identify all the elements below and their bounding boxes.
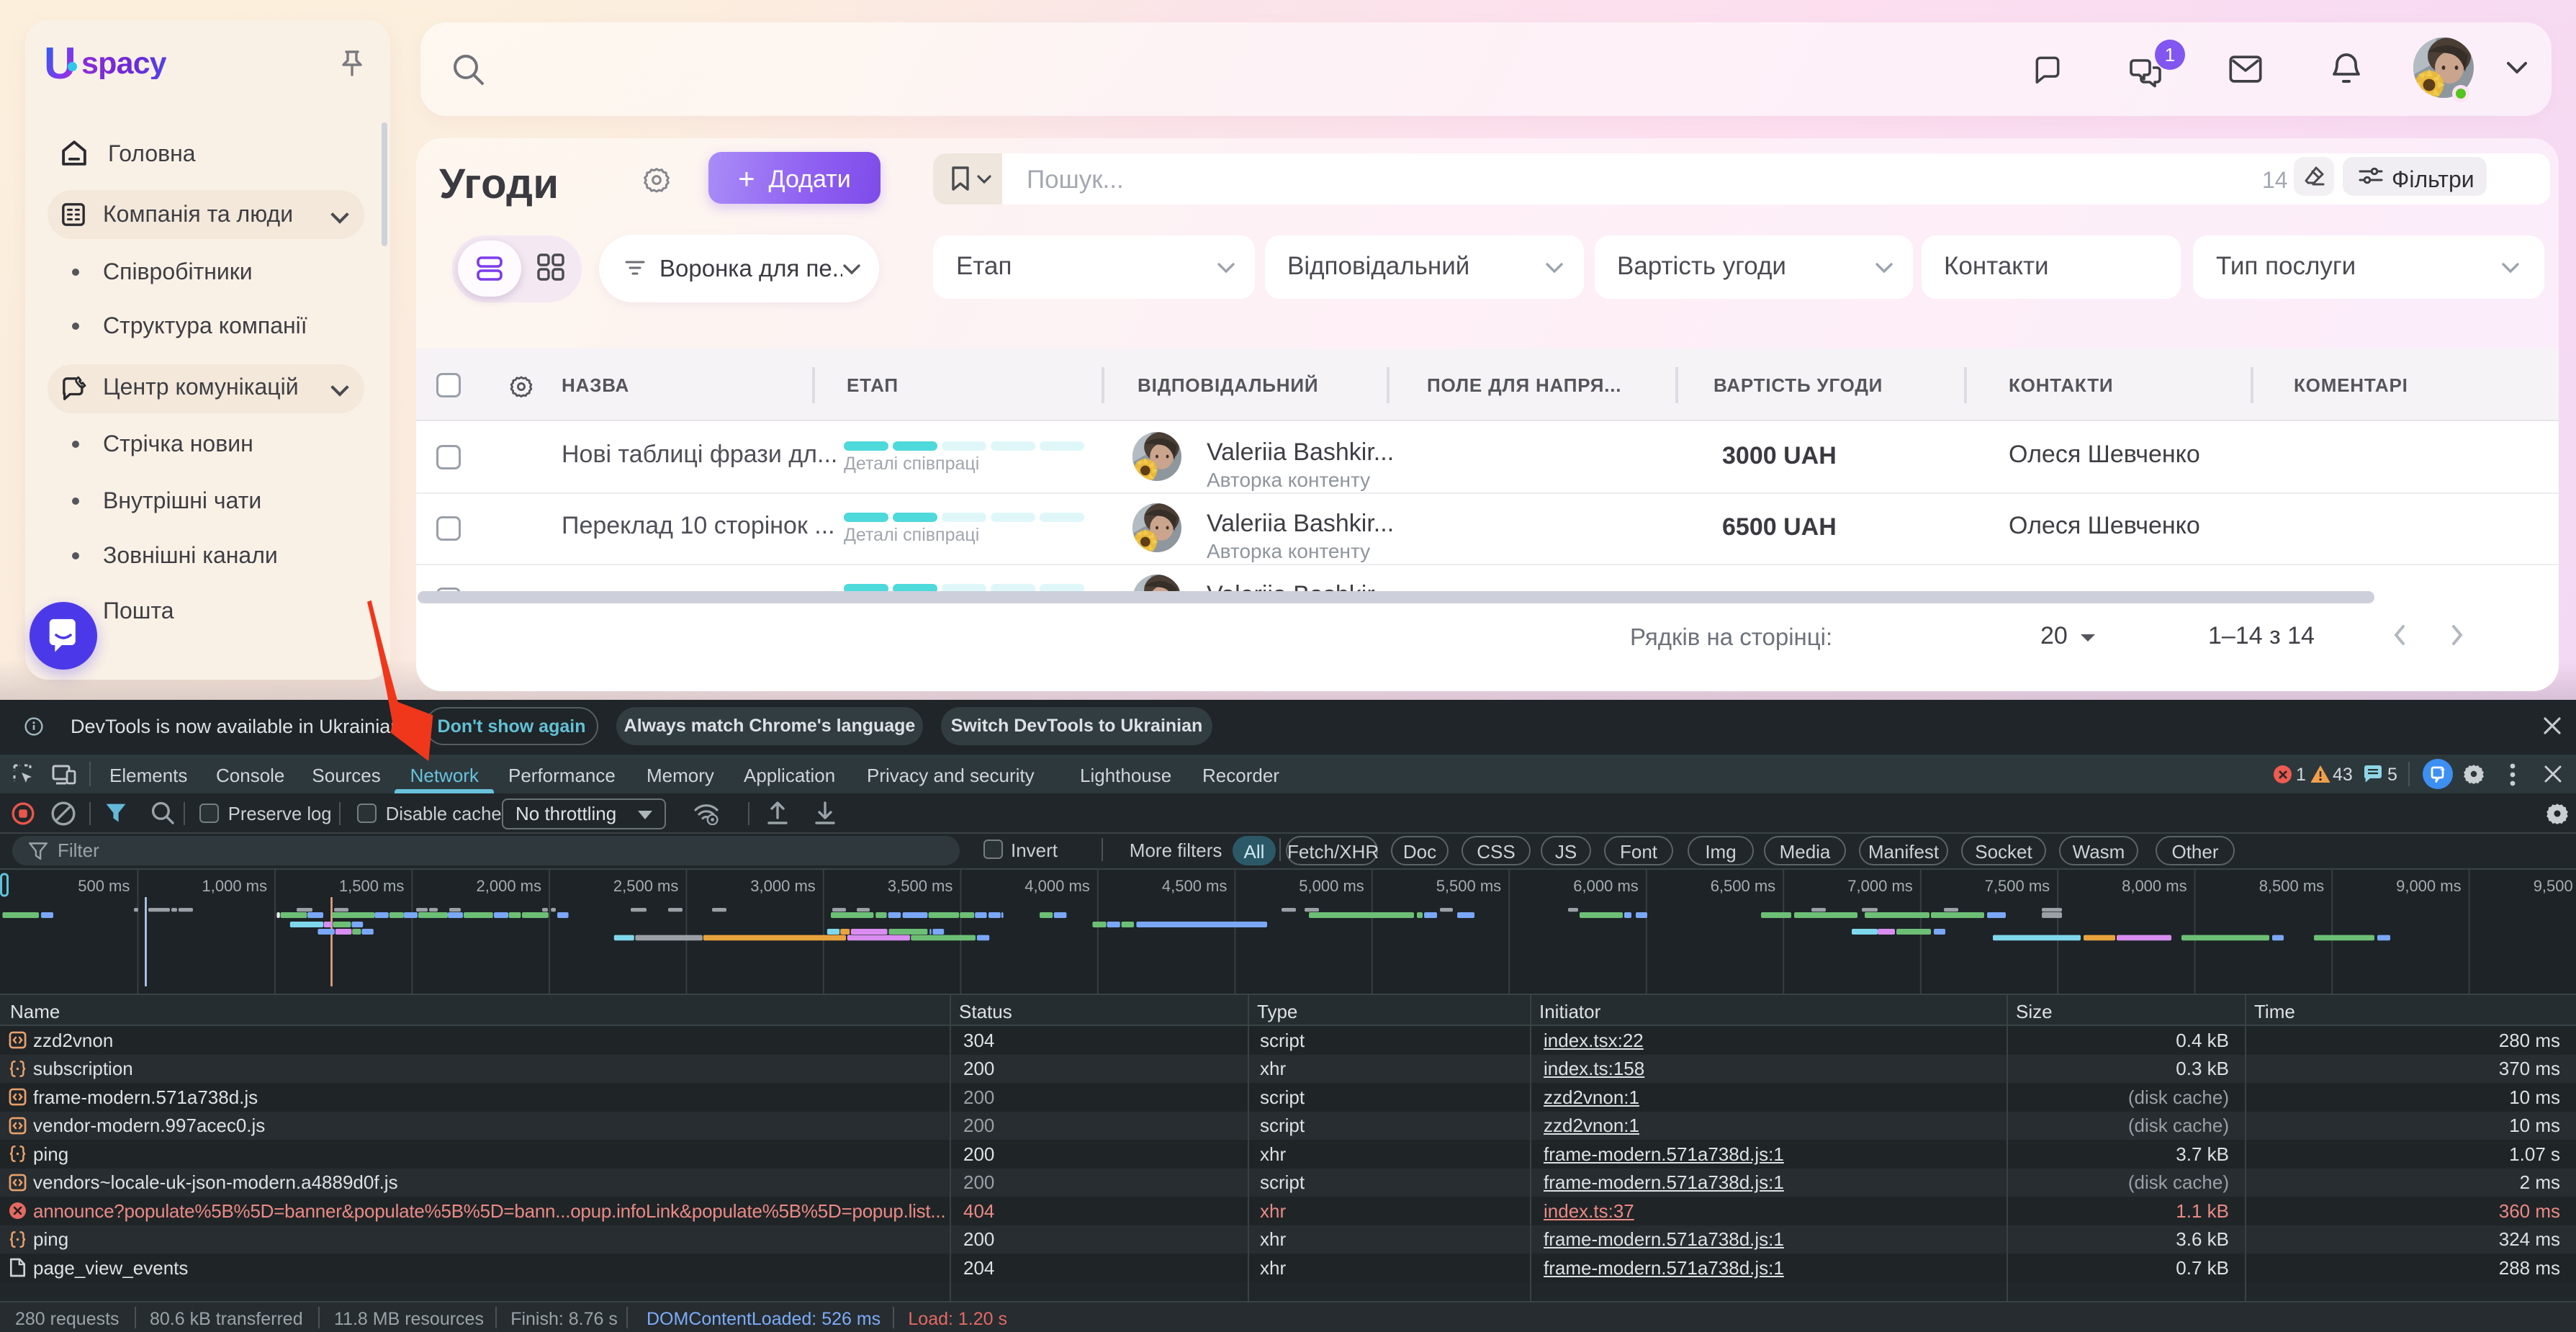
svg-text:2,000 ms: 2,000 ms	[477, 877, 542, 895]
svg-text:6,000 ms: 6,000 ms	[1573, 877, 1639, 895]
svg-text:1,500 ms: 1,500 ms	[339, 877, 405, 895]
svg-text:6,500 ms: 6,500 ms	[1711, 877, 1776, 895]
svg-text:8,500 ms: 8,500 ms	[2259, 877, 2325, 895]
svg-text:5,000 ms: 5,000 ms	[1299, 877, 1364, 895]
svg-text:2,500 ms: 2,500 ms	[613, 877, 679, 895]
svg-text:3,500 ms: 3,500 ms	[888, 877, 953, 895]
svg-text:5,500 ms: 5,500 ms	[1436, 877, 1502, 895]
svg-text:3,000 ms: 3,000 ms	[750, 877, 816, 895]
svg-text:4,500 ms: 4,500 ms	[1162, 877, 1228, 895]
svg-text:7,000 ms: 7,000 ms	[1847, 877, 1913, 895]
svg-text:8,000 ms: 8,000 ms	[2122, 877, 2187, 895]
svg-text:7,500 ms: 7,500 ms	[1985, 877, 2050, 895]
svg-text:500 ms: 500 ms	[78, 877, 130, 895]
svg-text:9,500 ms: 9,500 ms	[2534, 877, 2576, 895]
svg-text:1,000 ms: 1,000 ms	[202, 877, 268, 895]
svg-text:9,000 ms: 9,000 ms	[2396, 877, 2462, 895]
svg-text:4,000 ms: 4,000 ms	[1024, 877, 1090, 895]
